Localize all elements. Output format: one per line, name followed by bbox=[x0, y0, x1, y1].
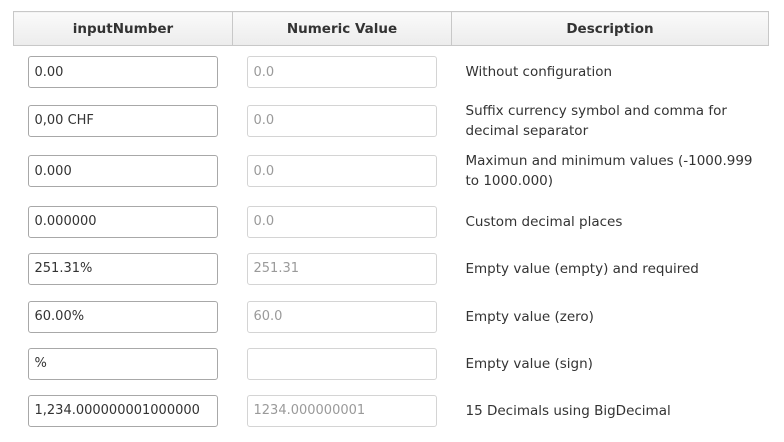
input-number-field[interactable] bbox=[27, 394, 218, 427]
input-number-field[interactable] bbox=[27, 205, 218, 238]
row-description: Custom decimal places bbox=[465, 213, 623, 230]
numeric-value-field bbox=[246, 155, 437, 187]
input-number-field[interactable] bbox=[27, 56, 218, 88]
numeric-value-field bbox=[246, 394, 437, 427]
table-row: Empty value (empty) and required bbox=[14, 244, 769, 293]
row-description: Empty value (zero) bbox=[465, 308, 594, 325]
header-row: inputNumber Numeric Value Description bbox=[13, 11, 769, 46]
table-row: 15 Decimals using BigDecimal bbox=[14, 387, 769, 434]
input-number-demo-table: inputNumber Numeric Value Description Wi… bbox=[13, 11, 769, 434]
numeric-value-field bbox=[246, 56, 437, 88]
numeric-value-field bbox=[246, 347, 437, 380]
row-description: Empty value (empty) and required bbox=[465, 260, 699, 277]
row-description: Empty value (sign) bbox=[465, 355, 593, 372]
table-row: Custom decimal places bbox=[14, 199, 769, 244]
row-description: Maximun and minimum values (-1000.999 to… bbox=[465, 153, 753, 189]
numeric-value-field bbox=[246, 104, 437, 137]
table-row: Empty value (sign) bbox=[14, 340, 769, 387]
table-row: Empty value (zero) bbox=[14, 293, 769, 340]
numeric-value-field bbox=[246, 252, 437, 285]
row-description: Suffix currency symbol and comma for dec… bbox=[465, 102, 727, 139]
numeric-value-field bbox=[246, 300, 437, 333]
input-number-field[interactable] bbox=[27, 252, 218, 285]
table-row: Maximun and minimum values (-1000.999 to… bbox=[14, 143, 769, 199]
table-header: inputNumber Numeric Value Description bbox=[13, 11, 769, 46]
input-number-field[interactable] bbox=[27, 300, 218, 333]
numeric-value-field bbox=[246, 205, 437, 238]
input-number-field[interactable] bbox=[27, 155, 218, 187]
table-row: Suffix currency symbol and comma for dec… bbox=[14, 98, 769, 143]
table-row: Without configuration bbox=[14, 46, 769, 99]
input-number-field[interactable] bbox=[27, 104, 218, 137]
row-description: 15 Decimals using BigDecimal bbox=[465, 402, 671, 419]
input-number-field[interactable] bbox=[27, 347, 218, 380]
column-header-input-number: inputNumber bbox=[13, 11, 233, 46]
column-header-description: Description bbox=[451, 11, 769, 46]
column-header-numeric-value: Numeric Value bbox=[232, 11, 452, 46]
table-body: Without configuration Suffix currency sy… bbox=[14, 46, 769, 435]
row-description: Without configuration bbox=[465, 64, 613, 80]
